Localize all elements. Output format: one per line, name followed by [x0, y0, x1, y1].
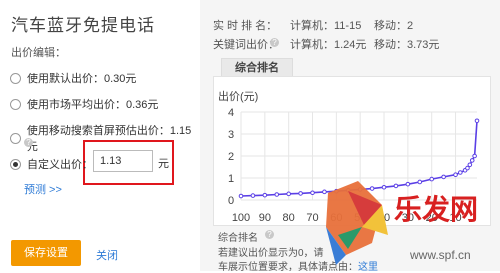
- close-link[interactable]: 关闭: [96, 247, 118, 263]
- help-icon[interactable]: ?: [24, 138, 33, 147]
- option-default-bid[interactable]: 使用默认出价：0.30元: [10, 70, 136, 86]
- keyword-title: 汽车蓝牙免提电话: [11, 16, 155, 35]
- radio-mobile-first-screen-bid[interactable]: [10, 132, 21, 144]
- watermark-brand: 乐发网: [394, 193, 478, 226]
- keyword-bid-computer: 计算机：1.24元: [290, 39, 367, 51]
- chart-tab-bar: 综合排名: [213, 58, 491, 76]
- realtime-rank-label: 实 时 排 名：: [213, 20, 278, 32]
- zero-bid-notice: 若建议出价显示为0，请: [218, 248, 324, 259]
- option-custom-bid[interactable]: 自定义出价：: [10, 156, 93, 172]
- keyword-bid-mobile: 移动：3.73元: [374, 39, 440, 51]
- radio-custom-bid[interactable]: [10, 158, 21, 170]
- watermark-logo: 乐发网 www.spf.cn: [326, 181, 478, 265]
- radio-default-bid[interactable]: [10, 72, 21, 84]
- option-market-average-bid[interactable]: 使用市场平均出价：0.36元: [10, 96, 158, 112]
- bid-edit-label: 出价编辑：: [11, 47, 66, 59]
- realtime-rank-computer: 计算机：11-15: [290, 20, 362, 32]
- tab-composite-rank[interactable]: 综合排名: [221, 58, 293, 76]
- keyword-bid-label: 关键词出价：: [213, 39, 279, 51]
- radio-market-average-bid[interactable]: [10, 98, 21, 110]
- chart-ylabel: 出价(元): [218, 91, 259, 103]
- option-default-bid-label: 使用默认出价：0.30元: [27, 73, 137, 85]
- bid-editor-panel: 汽车蓝牙免提电话 出价编辑： 使用默认出价：0.30元 使用市场平均出价：0.3…: [0, 0, 200, 271]
- option-custom-bid-label: 自定义出价：: [27, 159, 93, 171]
- custom-bid-input[interactable]: 1.13: [93, 150, 153, 172]
- forecast-link[interactable]: 预测 >>: [24, 181, 62, 197]
- custom-bid-unit: 元: [158, 158, 169, 170]
- bottom-rank-label: 综合排名: [218, 233, 258, 244]
- keyword-bid-help-icon[interactable]: ?: [270, 38, 279, 47]
- watermark-url: www.spf.cn: [409, 248, 471, 262]
- realtime-rank-mobile: 移动：2: [374, 20, 414, 32]
- bottom-help-icon[interactable]: ?: [265, 230, 274, 239]
- option-market-average-label: 使用市场平均出价：0.36元: [27, 99, 159, 111]
- save-button[interactable]: 保存设置: [11, 240, 81, 266]
